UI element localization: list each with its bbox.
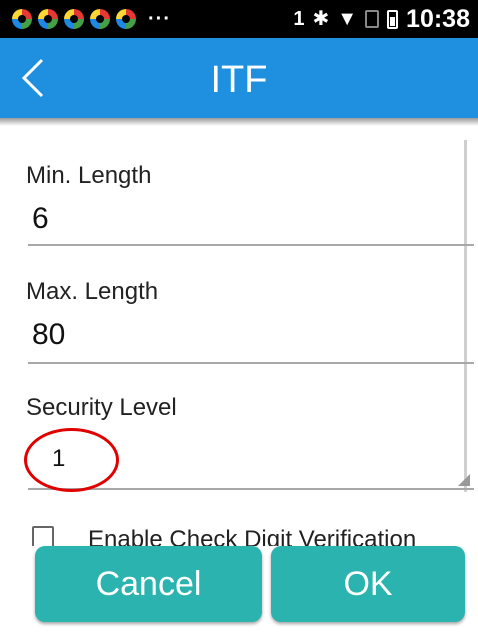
app-bar-shadow: [0, 118, 478, 126]
scrollbar[interactable]: [464, 140, 467, 492]
security-level-label: Security Level: [26, 394, 177, 421]
cancel-button[interactable]: Cancel: [35, 546, 262, 622]
app-notification-icon: [64, 9, 84, 29]
check-digit-label[interactable]: Enable Check Digit Verification: [88, 526, 416, 546]
page-title: ITF: [210, 59, 268, 101]
settings-form[interactable]: Min. Length 6 Max. Length 80 Security Le…: [0, 126, 478, 546]
wifi-icon: ▼: [337, 8, 358, 30]
max-length-input[interactable]: 80: [32, 318, 65, 352]
app-notification-icon: [116, 9, 136, 29]
max-length-underline: [28, 362, 474, 364]
security-level-underline: [28, 488, 474, 490]
system-status: 1 ✱ ▼ 10:38: [293, 4, 470, 34]
more-notifications-icon: ···: [148, 8, 171, 30]
min-length-label: Min. Length: [26, 162, 152, 189]
bluetooth-icon: ✱: [312, 8, 330, 30]
min-length-underline: [28, 244, 474, 246]
sim-slot-indicator: 1: [293, 8, 305, 30]
app-notification-icon: [38, 9, 58, 29]
min-length-input[interactable]: 6: [32, 202, 49, 236]
battery-icon: [387, 9, 399, 29]
resize-handle-icon: [458, 474, 470, 486]
status-clock: 10:38: [406, 5, 470, 33]
notification-area: ···: [12, 9, 171, 29]
highlight-annotation: [24, 428, 119, 492]
check-digit-checkbox[interactable]: [32, 526, 54, 546]
app-notification-icon: [90, 9, 110, 29]
app-bar: ITF: [0, 38, 478, 118]
max-length-label: Max. Length: [26, 278, 159, 305]
no-sim-icon: [365, 10, 380, 28]
app-notification-icon: [12, 9, 32, 29]
ok-button[interactable]: OK: [271, 546, 465, 622]
status-bar: ··· 1 ✱ ▼ 10:38: [0, 0, 478, 38]
